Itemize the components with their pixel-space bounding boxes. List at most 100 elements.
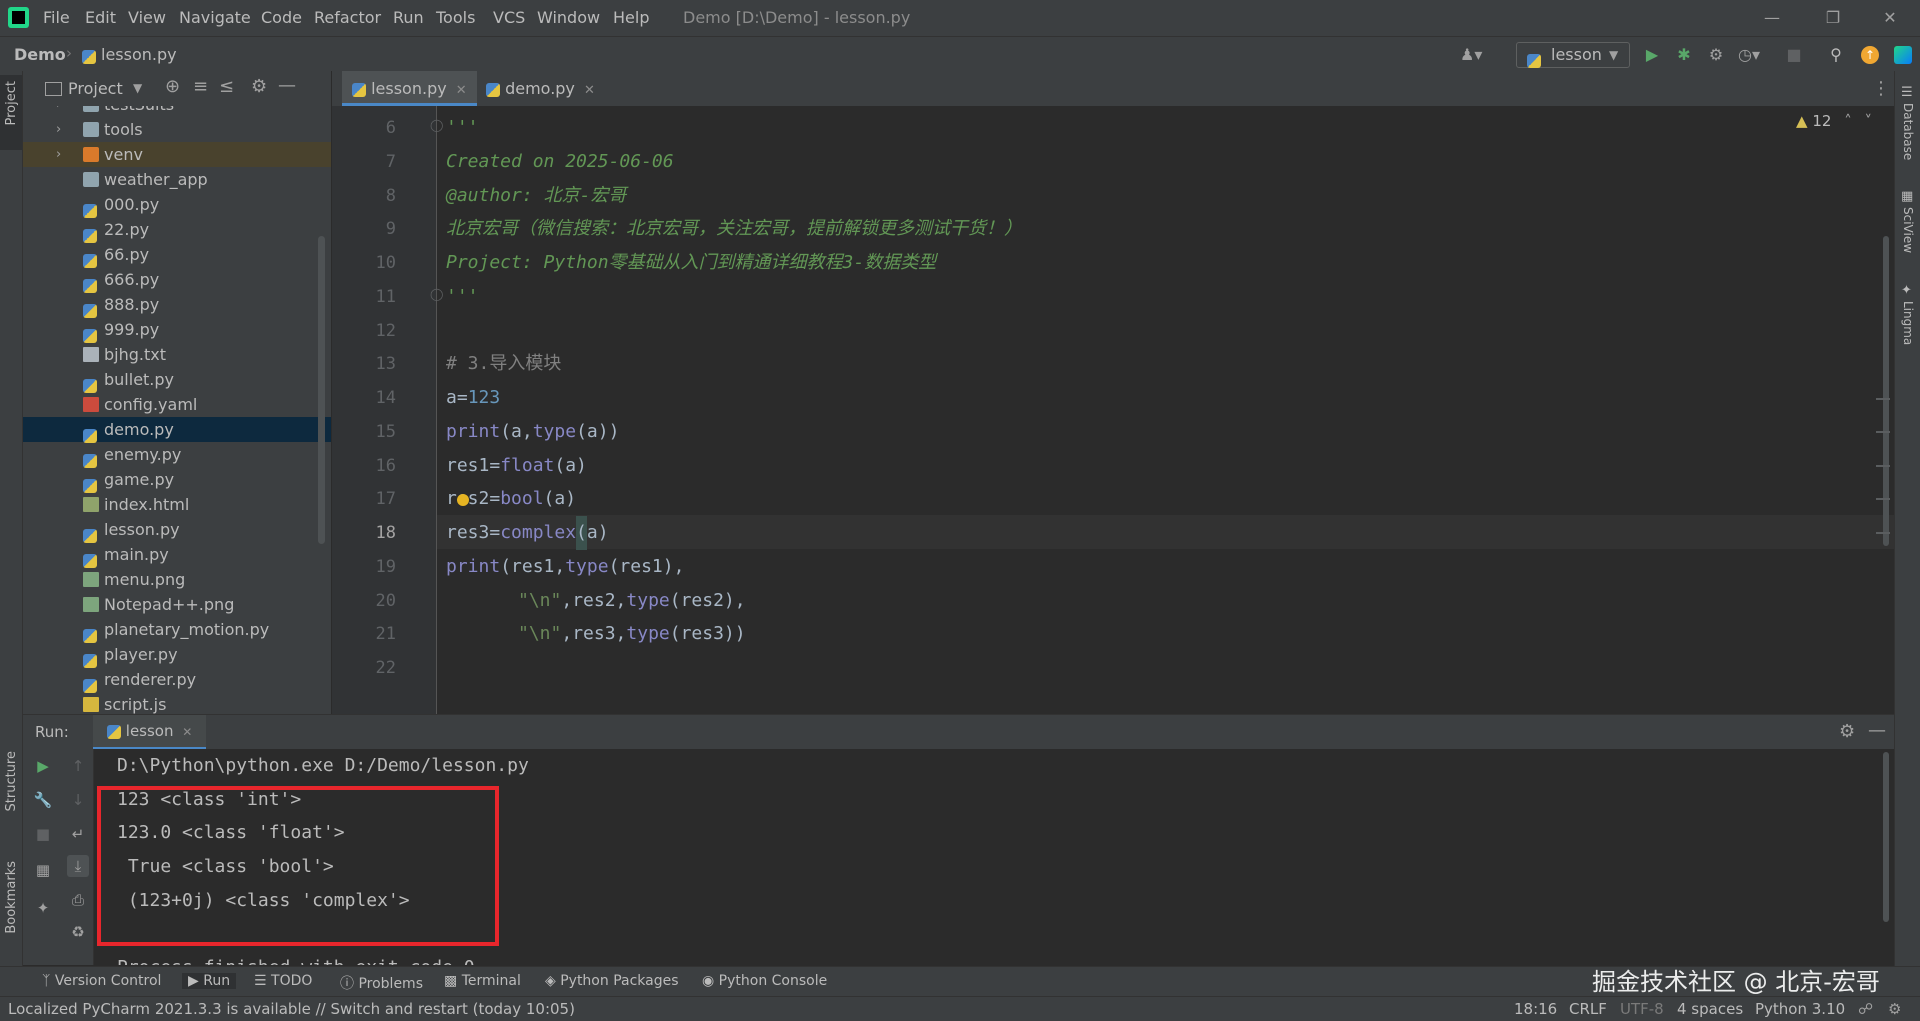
stop-icon[interactable]: ■ <box>32 823 54 845</box>
run-tab-lesson[interactable]: lesson ✕ <box>93 715 207 750</box>
search-icon[interactable]: ⚲ <box>1826 45 1846 65</box>
chevron-right-icon[interactable]: › <box>56 106 61 117</box>
tree-item-lesson-py[interactable]: lesson.py <box>23 517 331 543</box>
scroll-to-end-icon[interactable]: ⤓ <box>67 855 89 877</box>
tree-item-testsuits[interactable]: › testSuits <box>23 106 331 117</box>
bookmarks-tool-button[interactable]: Bookmarks <box>4 861 19 934</box>
profile-icon[interactable]: ◷▾ <box>1738 45 1760 65</box>
menu-run[interactable]: Run <box>393 8 424 28</box>
error-stripe-mark[interactable] <box>1876 498 1890 500</box>
collapse-all-icon[interactable]: ≤ <box>219 76 234 97</box>
file-encoding[interactable]: UTF-8 <box>1620 1000 1664 1018</box>
expand-all-icon[interactable]: ≡ <box>193 76 208 97</box>
tree-item-66-py[interactable]: 66.py <box>23 242 331 268</box>
tree-item-renderer-py[interactable]: renderer.py <box>23 667 331 693</box>
python-interpreter[interactable]: Python 3.10 <box>1755 1000 1845 1018</box>
intention-bulb-icon[interactable] <box>457 494 469 506</box>
breadcrumb-project[interactable]: Demo <box>14 45 66 64</box>
hide-panel-icon[interactable]: — <box>1868 720 1886 741</box>
tree-item-bullet-py[interactable]: bullet.py <box>23 367 331 393</box>
sciview-tool-button[interactable]: SciView <box>1901 207 1915 253</box>
caret-position[interactable]: 18:16 <box>1514 1000 1557 1018</box>
project-view-select[interactable]: Project <box>68 79 123 98</box>
structure-tool-button[interactable]: Structure <box>4 751 19 811</box>
next-highlight-icon[interactable]: ˅ <box>1864 112 1872 130</box>
settings-gear-icon[interactable]: ⚙ <box>1839 721 1855 742</box>
hide-panel-icon[interactable]: — <box>278 75 296 96</box>
run-icon[interactable]: ▶ <box>1642 45 1662 65</box>
tab-demo-py[interactable]: demo.py ✕ <box>476 71 605 106</box>
pin-icon[interactable]: ✦ <box>32 897 54 919</box>
tab-lesson-py[interactable]: lesson.py ✕ <box>342 71 477 106</box>
memory-indicator-icon[interactable]: ⚙ <box>1888 1000 1901 1018</box>
tree-item-config-yaml[interactable]: config.yaml <box>23 392 331 417</box>
tree-item-venv[interactable]: › venv <box>23 142 331 167</box>
debug-icon[interactable]: ✱ <box>1674 45 1694 65</box>
update-icon[interactable]: ↑ <box>1861 46 1879 64</box>
user-icon[interactable]: ♟▾ <box>1460 45 1482 65</box>
menu-help[interactable]: Help <box>613 8 649 28</box>
run-tool[interactable]: ▶ Run <box>182 973 237 989</box>
menu-file[interactable]: File <box>43 8 70 28</box>
error-stripe-mark[interactable] <box>1876 532 1890 534</box>
tree-item-666-py[interactable]: 666.py <box>23 267 331 293</box>
tree-item-notepad-png[interactable]: Notepad++.png <box>23 592 331 617</box>
tree-item-index-html[interactable]: index.html <box>23 492 331 517</box>
tree-item-enemy-py[interactable]: enemy.py <box>23 442 331 468</box>
status-message[interactable]: Localized PyCharm 2021.3.3 is available … <box>8 1000 575 1018</box>
python-packages-tool[interactable]: ◈ Python Packages <box>545 973 679 989</box>
line-separator[interactable]: CRLF <box>1569 1000 1607 1018</box>
lingma-tool-button[interactable]: Lingma <box>1901 301 1915 345</box>
tree-item-script-js[interactable]: script.js <box>23 692 331 714</box>
tree-item-menu-png[interactable]: menu.png <box>23 567 331 592</box>
locate-file-icon[interactable]: ⊕ <box>165 76 180 97</box>
rerun-icon[interactable]: ▶ <box>32 755 54 777</box>
tree-item-22-py[interactable]: 22.py <box>23 217 331 243</box>
problems-tool[interactable]: ⓘ Problems <box>340 973 423 993</box>
tree-item-999-py[interactable]: 999.py <box>23 317 331 343</box>
menu-vcs[interactable]: VCS <box>493 8 525 28</box>
close-icon[interactable]: ✕ <box>1878 6 1902 30</box>
project-tool-button[interactable]: Project <box>0 75 22 150</box>
todo-tool[interactable]: ☰ TODO <box>254 973 312 989</box>
close-tab-icon[interactable]: ✕ <box>182 725 192 739</box>
run-configuration-select[interactable]: lesson ▼ <box>1516 42 1630 68</box>
python-console-tool[interactable]: ◉ Python Console <box>702 973 827 989</box>
fold-marker-icon[interactable]: ◯ <box>430 287 443 301</box>
menu-navigate[interactable]: Navigate <box>179 8 251 28</box>
console-scrollbar[interactable] <box>1883 752 1889 922</box>
wrench-icon[interactable]: 🔧 <box>32 789 54 811</box>
tree-item-tools[interactable]: › tools <box>23 117 331 142</box>
down-arrow-icon[interactable]: ↓ <box>67 789 89 811</box>
close-tab-icon[interactable]: ✕ <box>584 83 595 98</box>
restore-icon[interactable]: ❐ <box>1821 6 1845 30</box>
project-scrollbar[interactable] <box>318 236 325 544</box>
tree-item-000-py[interactable]: 000.py <box>23 192 331 218</box>
inspection-widget[interactable]: ▲ 12 ˄ ˅ <box>1796 112 1872 130</box>
up-arrow-icon[interactable]: ↑ <box>67 755 89 777</box>
tree-item-demo-py[interactable]: demo.py <box>23 417 331 443</box>
error-stripe-mark[interactable] <box>1876 398 1890 400</box>
stop-icon[interactable]: ■ <box>1784 45 1804 65</box>
print-icon[interactable]: ⎙ <box>67 889 89 911</box>
tree-item-planetary-motion-py[interactable]: planetary_motion.py <box>23 617 331 643</box>
jetbrains-toolbox-icon[interactable] <box>1894 46 1912 64</box>
tree-item-main-py[interactable]: main.py <box>23 542 331 568</box>
chevron-right-icon[interactable]: › <box>56 117 61 142</box>
more-options-icon[interactable]: ⋮ <box>1872 78 1890 99</box>
tree-item-888-py[interactable]: 888.py <box>23 292 331 318</box>
trash-icon[interactable]: ♻ <box>67 921 89 943</box>
error-stripe-mark[interactable] <box>1876 465 1890 467</box>
tree-item-player-py[interactable]: player.py <box>23 642 331 668</box>
coverage-icon[interactable]: ⚙ <box>1706 45 1726 65</box>
version-control-tool[interactable]: ᛉ Version Control <box>42 973 161 989</box>
minimize-icon[interactable]: — <box>1760 6 1784 30</box>
menu-view[interactable]: View <box>128 8 166 28</box>
error-stripe-mark[interactable] <box>1876 431 1890 433</box>
tree-item-bjhg-txt[interactable]: bjhg.txt <box>23 342 331 367</box>
chevron-down-icon[interactable]: ▼ <box>133 81 142 95</box>
soft-wrap-icon[interactable]: ↵ <box>67 823 89 845</box>
menu-window[interactable]: Window <box>537 8 600 28</box>
terminal-tool[interactable]: ▩ Terminal <box>444 973 521 989</box>
indent-setting[interactable]: 4 spaces <box>1677 1000 1743 1018</box>
